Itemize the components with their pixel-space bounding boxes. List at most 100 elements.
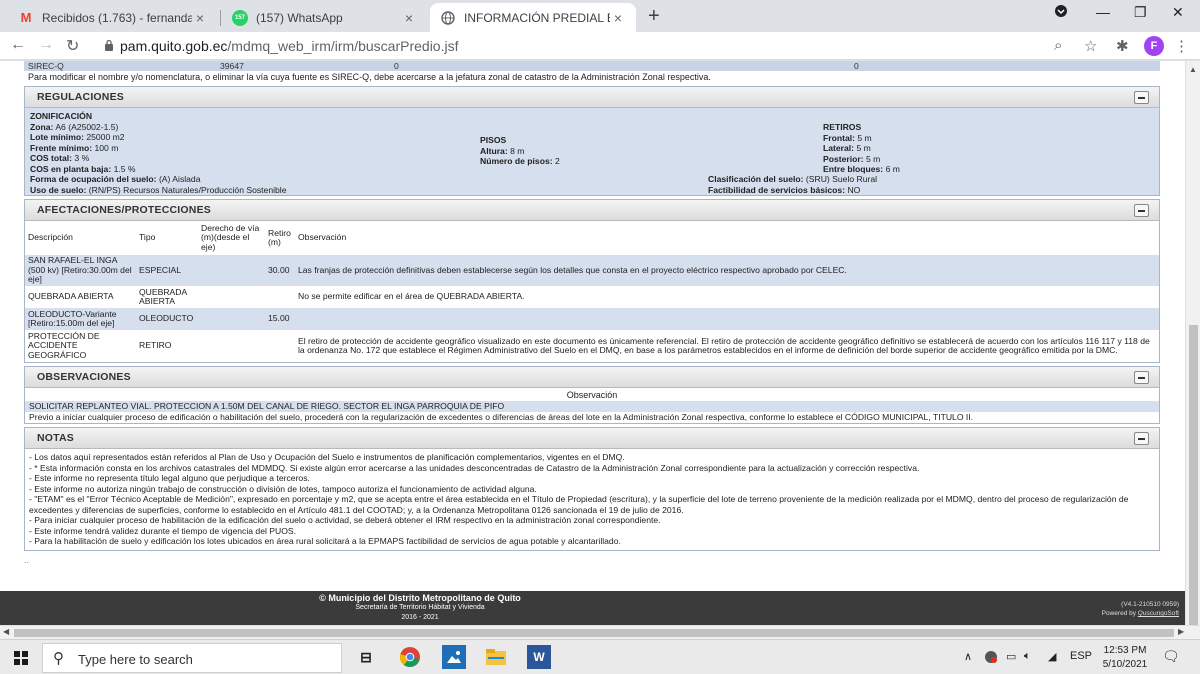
observacion-row: Previo a iniciar cualquier proceso de ed… <box>29 412 974 422</box>
scroll-right-icon[interactable]: ▶ <box>1178 627 1184 636</box>
tab-title: Recibidos (1.763) - fernanda.alvar <box>42 10 192 25</box>
tab-informacion-predial[interactable]: INFORMACIÓN PREDIAL EN UNIDAD × <box>430 3 636 32</box>
notifications-icon[interactable]: 🗨︎ <box>1162 648 1180 665</box>
col-derecho-via: Derecho de vía (m)(desde el eje) <box>201 222 260 252</box>
collapse-icon[interactable] <box>1134 432 1149 445</box>
col-tipo: Tipo <box>139 232 156 243</box>
retiro-lateral: Lateral: 5 m <box>823 143 871 153</box>
new-tab-button[interactable]: + <box>648 5 660 28</box>
collapse-icon[interactable] <box>1134 371 1149 384</box>
clasificacion-column: Clasificación del suelo: (SRU) Suelo Rur… <box>708 174 877 195</box>
collapse-icon[interactable] <box>1134 91 1149 104</box>
close-icon[interactable]: × <box>401 10 417 26</box>
table-row: OLEODUCTO-Variante [Retiro:15.00m del ej… <box>25 308 1159 330</box>
collapse-icon[interactable] <box>1134 204 1149 217</box>
horizontal-scrollbar[interactable]: ◀ ▶ <box>0 625 1200 639</box>
nota-item: - "ETAM" es el "Error Técnico Aceptable … <box>29 494 1129 515</box>
footer-secretaria: Secretaría de Territorio Hábitat y Vivie… <box>355 604 485 611</box>
volume-icon[interactable]: 🔈︎ <box>1024 650 1031 663</box>
network-icon[interactable]: ◢ <box>1048 650 1056 663</box>
search-icon: ⚲ <box>53 650 64 667</box>
word-icon[interactable]: W <box>527 645 551 669</box>
lock-icon[interactable] <box>104 39 114 51</box>
sirec-row: SIREC-Q 39647 0 0 <box>24 61 1160 71</box>
scroll-left-icon[interactable]: ◀ <box>3 627 9 636</box>
footer-municipio: © Municipio del Distrito Metropolitano d… <box>319 593 521 603</box>
close-icon[interactable]: × <box>192 10 208 26</box>
whatsapp-icon: 157 <box>232 9 248 26</box>
predio-report: SIREC-Q 39647 0 0 Para modificar el nomb… <box>24 61 1160 551</box>
sirec-value-1: 0 <box>394 61 399 71</box>
panel-title: OBSERVACIONES <box>37 371 131 383</box>
sirec-name: SIREC-Q <box>28 61 64 71</box>
tab-title: INFORMACIÓN PREDIAL EN UNIDAD <box>464 10 610 25</box>
pisos-label: PISOS <box>480 135 507 145</box>
altura: Altura: 8 m <box>480 145 525 156</box>
table-row: QUEBRADA ABIERTA QUEBRADA ABIERTA No se … <box>28 286 525 306</box>
uso-suelo: Uso de suelo: (RN/PS) Recursos Naturales… <box>30 184 287 195</box>
factibilidad-servicios: Factibilidad de servicios básicos: NO <box>708 184 861 195</box>
windows-taskbar: ⚲ Type here to search ⊟ W ∧ ▭ 🔈︎ ◢ ESP 1… <box>0 639 1200 674</box>
task-view-icon[interactable]: ⊟ <box>354 645 378 669</box>
tray-chevron-icon[interactable]: ∧ <box>964 650 972 663</box>
reload-icon[interactable]: ↻ <box>66 36 79 56</box>
close-window-icon[interactable]: ✕ <box>1172 4 1184 21</box>
battery-icon[interactable]: ▭ <box>1006 650 1016 663</box>
footer-version: (V4.1-210510 0959) <box>1121 601 1179 608</box>
observacion-column-header: Observación <box>566 390 618 400</box>
powered-link[interactable]: QuscungoSoft <box>1138 610 1179 617</box>
clock-time: 12:53 PM <box>1103 645 1147 656</box>
lote-minimo: Lote mínimo: 25000 m2 <box>30 132 125 142</box>
system-clock[interactable]: 12:53 PM 5/10/2021 <box>1100 644 1150 672</box>
profile-avatar[interactable]: F <box>1144 36 1164 56</box>
web-page: SIREC-Q 39647 0 0 Para modificar el nomb… <box>0 61 1185 625</box>
chrome-icon[interactable] <box>398 645 422 669</box>
language-indicator[interactable]: ESP <box>1070 650 1092 662</box>
address-bar[interactable]: pam.quito.gob.ec/mdmq_web_irm/irm/buscar… <box>120 38 458 54</box>
scrollbar-thumb[interactable] <box>1189 325 1198 625</box>
taskbar-search[interactable]: ⚲ Type here to search <box>42 643 342 673</box>
nota-item: - Para la habilitación de suelo y edific… <box>29 536 621 546</box>
zona: Zona: A6 (A25002-1.5) <box>30 121 119 132</box>
zoom-icon[interactable]: ⌕ <box>1054 37 1062 54</box>
observacion-row: SOLICITAR REPLANTEO VIAL. PROTECCION A 1… <box>25 401 1159 412</box>
retiro-entre-bloques: Entre bloques: 6 m <box>823 164 900 174</box>
cos-planta-baja: COS en planta baja: 1.5 % <box>30 163 136 174</box>
regulaciones-body: ZONIFICACIÓN Zona: A6 (A25002-1.5) Lote … <box>25 108 1159 195</box>
restore-icon[interactable]: ❐ <box>1134 4 1147 21</box>
menu-icon[interactable]: ⋮ <box>1174 37 1189 55</box>
windows-start-icon[interactable] <box>14 651 28 665</box>
photos-icon[interactable] <box>442 645 466 669</box>
panel-title: REGULACIONES <box>37 91 124 103</box>
nota-item: - Este informe no representa título lega… <box>29 473 310 483</box>
regulaciones-panel: REGULACIONES ZONIFICACIÓN Zona: A6 (A250… <box>24 86 1160 196</box>
forward-icon[interactable]: → <box>38 36 54 54</box>
tab-separator <box>220 10 221 26</box>
vertical-scrollbar[interactable]: ▲ <box>1185 61 1200 625</box>
notas-header: NOTAS <box>25 428 1159 449</box>
clock-date: 5/10/2021 <box>1102 659 1148 670</box>
table-header-row: Descripción Tipo Derecho de vía (m)(desd… <box>25 221 1159 255</box>
nota-item: - Este informe tendrá validez durante el… <box>29 525 297 536</box>
nota-item: - * Esta información consta en los archi… <box>29 462 920 473</box>
footer-powered: Powered by QuscungoSoft <box>1101 610 1179 617</box>
page-footer: © Municipio del Distrito Metropolitano d… <box>0 591 1185 625</box>
back-icon[interactable]: ← <box>10 36 26 54</box>
minimize-icon[interactable]: — <box>1096 4 1110 20</box>
sirec-code: 39647 <box>220 61 244 71</box>
observaciones-header: OBSERVACIONES <box>25 367 1159 388</box>
bookmark-star-icon[interactable]: ☆ <box>1084 37 1097 55</box>
file-explorer-icon[interactable] <box>484 645 508 669</box>
antivirus-icon[interactable] <box>984 650 998 667</box>
nota-item: - Para iniciar cualquier proceso de habi… <box>29 515 661 525</box>
panel-title: NOTAS <box>37 432 74 444</box>
tab-whatsapp[interactable]: 157 (157) WhatsApp × <box>222 3 427 32</box>
scrollbar-thumb[interactable] <box>14 629 1174 637</box>
url-path: /mdmq_web_irm/irm/buscarPredio.jsf <box>227 38 459 54</box>
media-icon[interactable] <box>1054 4 1068 21</box>
gmail-icon: M <box>20 10 32 25</box>
extensions-icon[interactable]: ✱ <box>1116 37 1129 55</box>
tab-gmail[interactable]: M Recibidos (1.763) - fernanda.alvar × <box>8 3 218 32</box>
scroll-up-icon[interactable]: ▲ <box>1189 65 1197 74</box>
close-icon[interactable]: × <box>610 10 626 26</box>
